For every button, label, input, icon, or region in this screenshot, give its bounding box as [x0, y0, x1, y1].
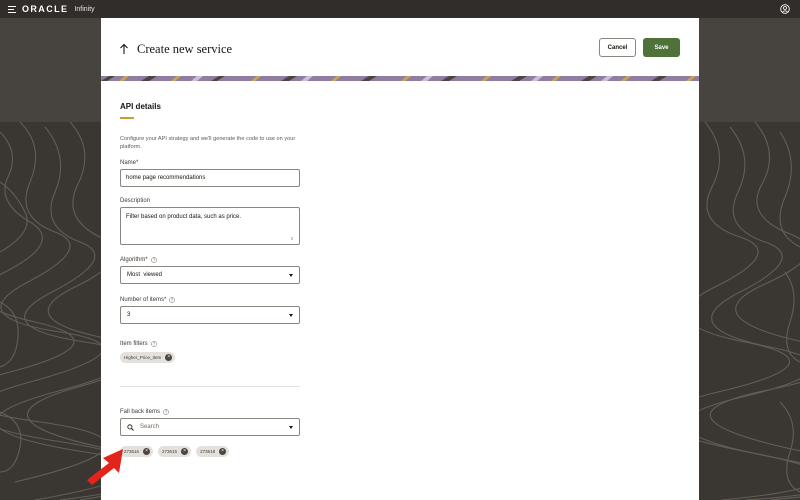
- page-title: Create new service: [137, 42, 233, 56]
- red-arrow-annotation: [87, 449, 123, 485]
- character-counter: 3: [290, 236, 293, 241]
- section-divider: [120, 386, 300, 387]
- fallback-item-chips: 273616 × 273615 × 273618 ×: [120, 446, 300, 457]
- caret-down-icon: [289, 313, 293, 317]
- panel-header: Create new service Cancel Save: [101, 18, 699, 76]
- help-circle-icon[interactable]: ?: [150, 257, 157, 263]
- number-of-items-select[interactable]: 3: [120, 306, 300, 324]
- user-icon[interactable]: [780, 4, 790, 14]
- help-circle-icon[interactable]: ?: [150, 341, 157, 347]
- algorithm-group: Algorithm* ? Most viewed: [120, 257, 300, 284]
- close-circle-icon[interactable]: ×: [219, 448, 227, 455]
- help-circle-icon[interactable]: ?: [169, 297, 176, 303]
- help-circle-icon[interactable]: ?: [163, 409, 169, 415]
- create-service-panel: Create new service Cancel Save API detai…: [101, 18, 699, 500]
- caret-down-icon: [289, 273, 293, 277]
- section-title: API details: [120, 102, 161, 111]
- hamburger-icon[interactable]: [8, 5, 16, 13]
- svg-text:?: ?: [153, 342, 155, 347]
- decorative-stripe: [101, 76, 699, 81]
- product-name: Infinity: [74, 5, 95, 13]
- section-intro: Configure your API strategy and we'll ge…: [120, 136, 296, 150]
- description-label: Description: [120, 198, 151, 204]
- fallback-chip[interactable]: 273616 ×: [120, 446, 154, 457]
- name-input[interactable]: home page recommendations: [120, 169, 300, 187]
- item-filter-chips: Higher_Price_Item ×: [120, 352, 300, 363]
- close-circle-icon[interactable]: ×: [181, 448, 189, 455]
- caret-down-icon: [289, 425, 293, 429]
- svg-text:?: ?: [153, 258, 155, 263]
- algorithm-select[interactable]: Most viewed: [120, 266, 300, 284]
- fallback-search-input[interactable]: Search: [120, 418, 300, 436]
- fallback-items-group: Fall back items ? Search 273616 × 273615…: [120, 409, 300, 457]
- oracle-logo: ORACLE: [22, 4, 69, 14]
- number-of-items-group: Number of items* ? 3: [120, 297, 300, 324]
- item-filters-group: Item filters ? Higher_Price_Item ×: [120, 341, 300, 363]
- close-circle-icon[interactable]: ×: [143, 448, 151, 455]
- description-group: Description Filter based on product data…: [120, 198, 300, 245]
- name-label: Name*: [120, 160, 139, 166]
- search-icon: [127, 423, 134, 431]
- svg-text:?: ?: [165, 410, 167, 415]
- close-circle-icon[interactable]: ×: [165, 354, 173, 361]
- arrow-up-icon[interactable]: [119, 43, 129, 55]
- item-filters-label: Item filters ?: [120, 341, 157, 347]
- algorithm-label: Algorithm* ?: [120, 257, 157, 263]
- save-button[interactable]: Save: [643, 38, 680, 57]
- number-of-items-label: Number of items* ?: [120, 297, 176, 303]
- fallback-chip[interactable]: 273618 ×: [196, 446, 230, 457]
- svg-text:?: ?: [171, 298, 173, 303]
- top-bar: ORACLE Infinity: [0, 0, 800, 18]
- cancel-button[interactable]: Cancel: [599, 38, 636, 57]
- filter-chip[interactable]: Higher_Price_Item ×: [120, 352, 176, 363]
- section-accent: [120, 117, 134, 119]
- api-details-form: API details Configure your API strategy …: [120, 102, 300, 457]
- fallback-chip[interactable]: 273615 ×: [158, 446, 192, 457]
- name-group: Name* home page recommendations: [120, 160, 300, 187]
- description-textarea[interactable]: Filter based on product data, such as pr…: [120, 207, 300, 245]
- search-placeholder: Search: [140, 424, 160, 430]
- fallback-items-label: Fall back items ?: [120, 409, 169, 415]
